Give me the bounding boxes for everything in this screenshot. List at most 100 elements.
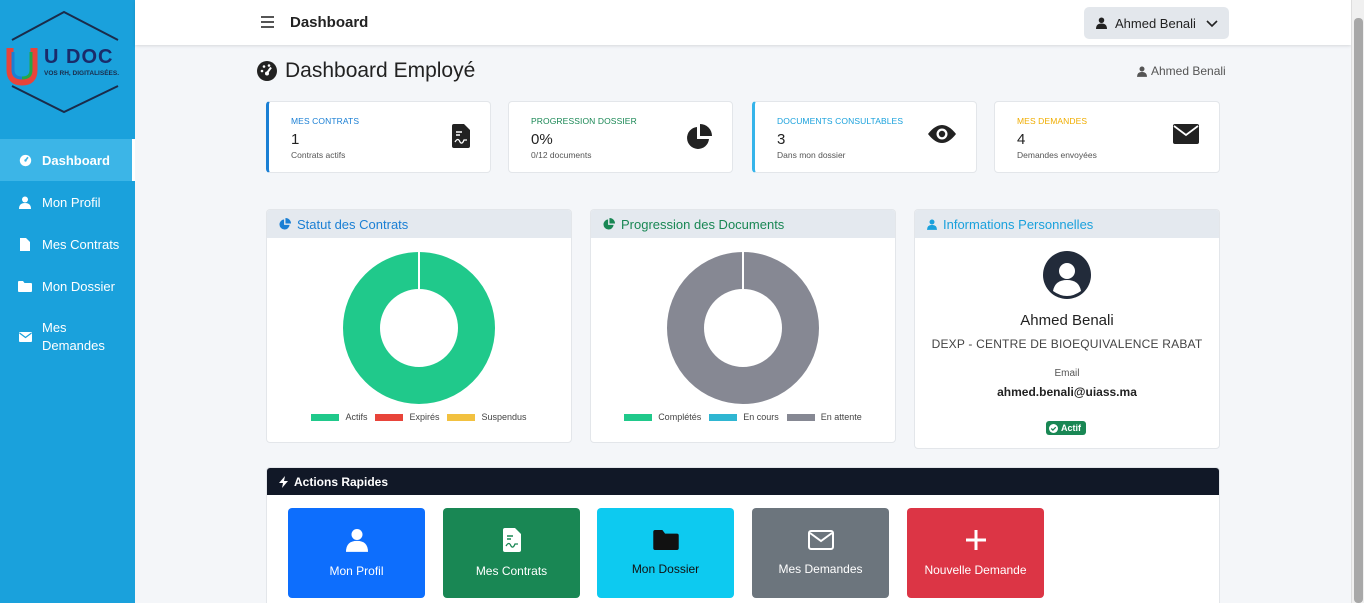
- quick-action-label: Mon Dossier: [631, 562, 700, 576]
- sidebar-nav: Dashboard Mon Profil Mes Contrats Mon Do…: [0, 139, 135, 367]
- panel-title: Informations Personnelles: [943, 216, 1094, 232]
- page-title: Dashboard Employé: [257, 59, 475, 83]
- panel-personal-info: Informations Personnelles Ahmed Benali D…: [914, 209, 1220, 449]
- chart-legend: Actifs Expirés Suspendus: [267, 412, 571, 422]
- quick-action-label: Nouvelle Demande: [924, 563, 1027, 577]
- user-icon: [345, 528, 368, 552]
- quick-action-demandes-button[interactable]: Mes Demandes: [752, 508, 889, 598]
- folder-icon: [652, 530, 679, 550]
- file-icon: [18, 237, 32, 251]
- sidebar-item-profil[interactable]: Mon Profil: [0, 181, 135, 223]
- pie-chart-icon: [279, 218, 291, 230]
- status-badge: Actif: [1046, 421, 1086, 435]
- scrollbar-thumb[interactable]: [1354, 18, 1363, 603]
- quick-action-dossier-button[interactable]: Mon Dossier: [597, 508, 734, 598]
- legend-label: Suspendus: [481, 412, 527, 422]
- quick-action-label: Mes Demandes: [778, 562, 863, 576]
- quick-actions-header: Actions Rapides: [267, 468, 1219, 495]
- contract-icon: [452, 124, 470, 153]
- eye-icon: [928, 124, 956, 149]
- page-title-text: Dashboard Employé: [285, 59, 476, 82]
- user-icon: [1096, 17, 1107, 29]
- envelope-icon: [18, 330, 32, 344]
- logo[interactable]: U DOC VOS RH, DIGITALISÉES.: [0, 8, 135, 118]
- legend-swatch: [375, 413, 404, 421]
- pie-chart-icon: [603, 218, 615, 230]
- contract-status-chart: [343, 252, 495, 404]
- panel-title: Statut des Contrats: [297, 216, 409, 232]
- stat-sub: Dans mon dossier: [777, 150, 846, 160]
- user-menu-button[interactable]: Ahmed Benali: [1084, 7, 1229, 39]
- topbar-title: Dashboard: [290, 14, 369, 31]
- legend-label: Actifs: [345, 412, 368, 422]
- check-circle-icon: [1049, 423, 1058, 433]
- panel-header: Informations Personnelles: [915, 210, 1219, 238]
- user-icon: [1137, 66, 1147, 77]
- quick-action-contrats-button[interactable]: Mes Contrats: [443, 508, 580, 598]
- pie-chart-icon: [686, 124, 712, 155]
- profile-name: Ahmed Benali: [1020, 312, 1114, 329]
- sidebar-item-label: Mes Contrats: [42, 236, 120, 252]
- menu-toggle-icon[interactable]: [261, 16, 274, 28]
- sidebar-item-contrats[interactable]: Mes Contrats: [0, 223, 135, 265]
- stat-card-demandes[interactable]: MES DEMANDES 4 Demandes envoyées: [994, 101, 1220, 173]
- stat-label: PROGRESSION DOSSIER: [531, 116, 637, 126]
- dashboard-icon: [257, 61, 277, 81]
- envelope-icon: [807, 530, 834, 550]
- stat-card-progression[interactable]: PROGRESSION DOSSIER 0% 0/12 documents: [508, 101, 733, 173]
- legend-item[interactable]: Suspendus: [447, 412, 527, 422]
- stat-sub: Contrats actifs: [291, 150, 346, 160]
- sidebar-item-dossier[interactable]: Mon Dossier: [0, 265, 135, 307]
- legend-label: Expirés: [409, 412, 440, 422]
- sidebar-item-demandes[interactable]: Mes Demandes: [0, 307, 135, 367]
- legend-item[interactable]: Expirés: [375, 412, 439, 422]
- sidebar-item-label: Mon Profil: [42, 194, 101, 210]
- plus-icon: [965, 529, 987, 551]
- profile-email: ahmed.benali@uiass.ma: [997, 385, 1137, 399]
- topbar: Dashboard Ahmed Benali: [135, 0, 1351, 45]
- legend-item[interactable]: Actifs: [311, 412, 367, 422]
- document-progress-chart: [667, 252, 819, 404]
- legend-swatch: [709, 413, 738, 421]
- legend-item[interactable]: Complétés: [624, 412, 701, 422]
- logo-tagline: VOS RH, DIGITALISÉES.: [44, 70, 120, 77]
- legend-item[interactable]: En attente: [786, 412, 862, 422]
- stat-label: MES CONTRATS: [291, 116, 360, 126]
- user-menu-label: Ahmed Benali: [1115, 15, 1196, 31]
- email-label: Email: [1054, 368, 1080, 379]
- folder-icon: [18, 279, 32, 293]
- scrollbar[interactable]: [1351, 0, 1364, 603]
- panel-title: Progression des Documents: [621, 216, 785, 232]
- stat-value: 0%: [531, 131, 553, 148]
- sidebar-item-label: Mes Demandes: [42, 320, 105, 353]
- avatar: [1043, 251, 1091, 299]
- chevron-down-icon: [1206, 16, 1218, 31]
- legend-label: Complétés: [658, 412, 702, 422]
- stat-label: DOCUMENTS CONSULTABLES: [777, 116, 904, 126]
- page-user: Ahmed Benali: [1137, 64, 1226, 78]
- contract-icon: [502, 528, 521, 552]
- quick-action-label: Mes Contrats: [475, 564, 548, 578]
- stat-label: MES DEMANDES: [1017, 116, 1088, 126]
- stat-card-contrats[interactable]: MES CONTRATS 1 Contrats actifs: [266, 101, 491, 173]
- stat-value: 3: [777, 131, 786, 148]
- panel-document-progress: Progression des Documents Complétés En c…: [590, 209, 896, 443]
- quick-actions-title: Actions Rapides: [294, 474, 389, 489]
- quick-action-new-request-button[interactable]: Nouvelle Demande: [907, 508, 1044, 598]
- legend-swatch: [624, 413, 653, 421]
- stat-sub: 0/12 documents: [531, 150, 592, 160]
- profile-organization: DEXP - CENTRE DE BIOEQUIVALENCE RABAT: [931, 337, 1203, 351]
- legend-item[interactable]: En cours: [709, 412, 779, 422]
- legend-label: En attente: [820, 412, 862, 422]
- quick-action-label: Mon Profil: [329, 564, 384, 578]
- stat-card-documents[interactable]: DOCUMENTS CONSULTABLES 3 Dans mon dossie…: [752, 101, 977, 173]
- dashboard-icon: [18, 153, 32, 167]
- panel-contract-status: Statut des Contrats Actifs Expirés Suspe…: [266, 209, 572, 443]
- sidebar-item-dashboard[interactable]: Dashboard: [0, 139, 135, 181]
- quick-action-profil-button[interactable]: Mon Profil: [288, 508, 425, 598]
- sidebar-item-label: Mon Dossier: [42, 278, 115, 294]
- stat-sub: Demandes envoyées: [1017, 150, 1097, 160]
- panel-header: Progression des Documents: [591, 210, 895, 238]
- user-icon: [927, 219, 937, 230]
- panel-header: Statut des Contrats: [267, 210, 571, 238]
